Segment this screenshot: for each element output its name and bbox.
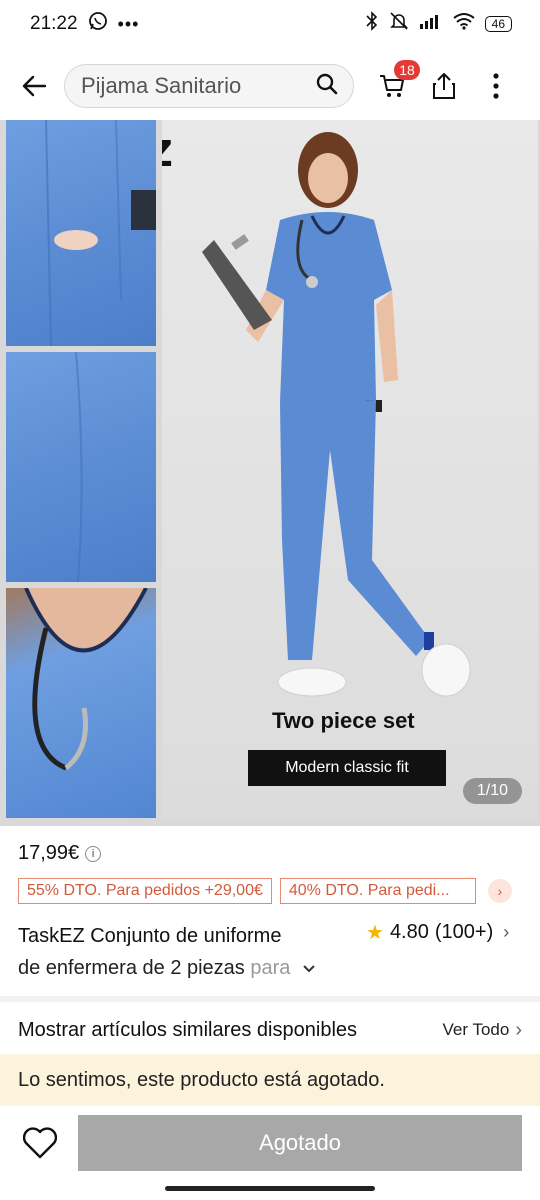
battery-icon: 46: [484, 16, 512, 32]
battery-level: 46: [491, 17, 505, 31]
star-icon: ★: [366, 922, 384, 944]
home-indicator[interactable]: [165, 1186, 375, 1191]
brand-logo: TaskEZ: [162, 134, 173, 175]
wishlist-button[interactable]: [16, 1119, 64, 1167]
wifi-icon: [453, 12, 475, 36]
chevron-right-icon: ›: [515, 1018, 522, 1041]
mute-icon: [389, 11, 409, 37]
coupons-row[interactable]: 55% DTO. Para pedidos +29,00€ 40% DTO. P…: [18, 878, 512, 904]
similar-items-row[interactable]: Mostrar artículos similares disponibles …: [0, 1006, 540, 1054]
cart-count-badge: 18: [394, 60, 420, 80]
status-bar: 21:22 ••• 46: [0, 0, 540, 48]
chevron-right-icon[interactable]: ›: [487, 879, 512, 903]
coupon-2[interactable]: 40% DTO. Para pedi...: [279, 878, 476, 904]
back-arrow-icon: [22, 75, 47, 97]
chevron-right-icon: ›: [503, 922, 510, 942]
image-page-indicator: 1/10: [462, 778, 522, 804]
more-options-button[interactable]: [474, 64, 518, 108]
price-row: 17,99€ i: [18, 842, 102, 865]
chevron-down-icon[interactable]: [302, 953, 316, 985]
review-count: (100+): [434, 921, 494, 943]
product-title[interactable]: TaskEZ Conjunto de uniforme de enfermera…: [18, 920, 348, 985]
rating-value: 4.80: [389, 921, 429, 943]
info-icon[interactable]: i: [85, 845, 102, 862]
detail-image-neckline: [6, 587, 156, 818]
whatsapp-icon: [88, 11, 108, 37]
share-icon: [433, 73, 455, 99]
search-input[interactable]: Pijama Sanitario: [81, 73, 315, 99]
detail-thumbnails: [6, 120, 156, 826]
see-all-label: Ver Todo: [442, 1020, 510, 1039]
main-product-photo[interactable]: TaskEZ Two piece set Modern classic fit …: [162, 120, 538, 820]
share-button[interactable]: [422, 64, 466, 108]
product-title-line1: TaskEZ Conjunto de uniforme: [18, 925, 282, 947]
rating[interactable]: ★ 4.80 (100+) ›: [366, 920, 509, 945]
search-icon[interactable]: [315, 72, 339, 101]
similar-items-label: Mostrar artículos similares disponibles: [18, 1018, 358, 1041]
top-nav: Pijama Sanitario 18: [0, 56, 540, 116]
product-title-faded: para: [250, 957, 291, 979]
back-button[interactable]: [12, 64, 56, 108]
price: 17,99€: [18, 842, 80, 864]
signal-icon: [419, 13, 443, 35]
bluetooth-icon: [365, 11, 379, 37]
coupon-1[interactable]: 55% DTO. Para pedidos +29,00€: [18, 878, 272, 904]
set-title: Two piece set: [272, 708, 415, 733]
product-title-line2: de enfermera de 2 piezas: [18, 957, 251, 979]
status-time: 21:22: [30, 13, 78, 34]
soldout-notice: Lo sentimos, este producto está agotado.: [0, 1054, 540, 1106]
see-all-link[interactable]: Ver Todo ›: [443, 1019, 522, 1042]
product-gallery[interactable]: TaskEZ Two piece set Modern classic fit …: [0, 120, 540, 826]
detail-image-pocket: [6, 120, 156, 347]
fit-label: Modern classic fit: [248, 750, 446, 786]
cart-button[interactable]: 18: [370, 60, 420, 108]
more-vertical-icon: [493, 73, 499, 99]
section-divider: [0, 996, 540, 1002]
detail-image-fabric: [6, 351, 156, 583]
search-bar[interactable]: Pijama Sanitario: [64, 64, 354, 108]
bottom-action-bar: Agotado: [0, 1106, 540, 1180]
heart-icon: [22, 1127, 58, 1159]
more-notifications-icon: •••: [117, 13, 140, 34]
sold-out-button[interactable]: Agotado: [78, 1115, 522, 1171]
